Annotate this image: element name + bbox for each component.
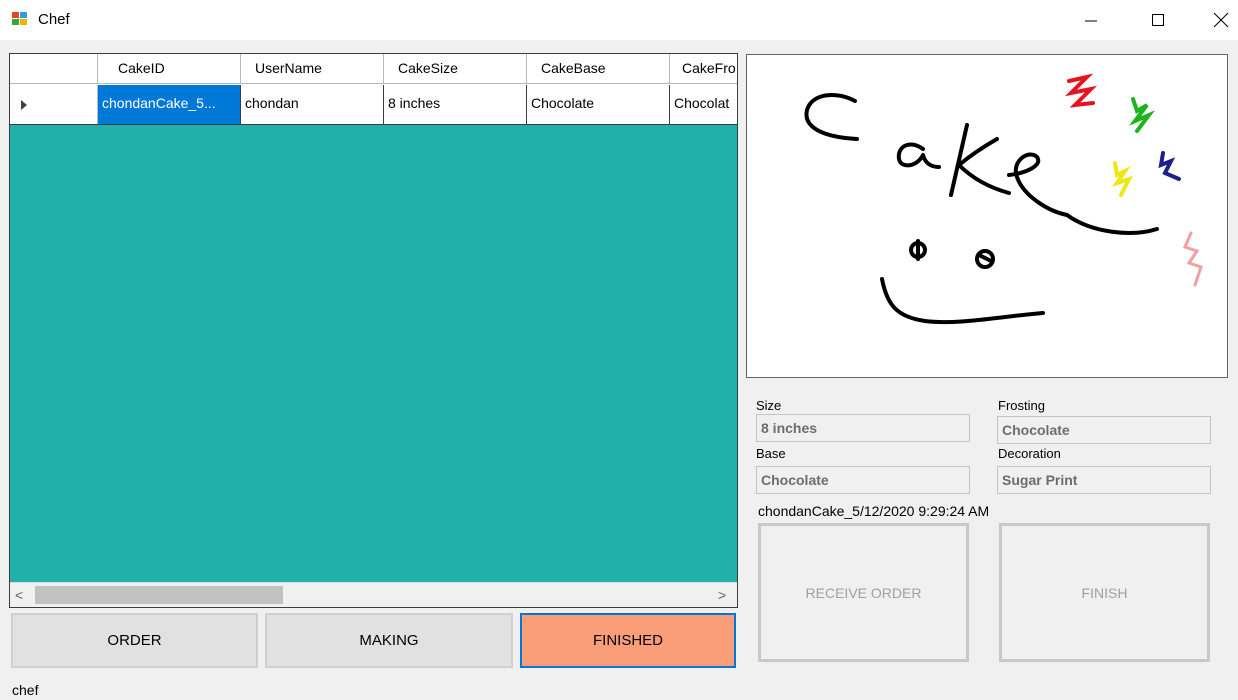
orders-grid[interactable]: CakeID UserName CakeSize CakeBase CakeFr… (9, 53, 738, 608)
current-row-icon (21, 100, 27, 110)
column-header-cakefrosting[interactable]: CakeFro (670, 54, 737, 84)
squiggle-yellow (1112, 161, 1133, 197)
close-button[interactable] (1198, 4, 1238, 36)
cake-drawing (804, 73, 1203, 325)
table-cell-cakebase[interactable]: Chocolate (527, 85, 670, 124)
row-header[interactable] (10, 85, 98, 124)
drawn-letter-e (1007, 152, 1069, 217)
frosting-field: Chocolate (997, 416, 1211, 444)
frosting-label: Frosting (998, 398, 1045, 413)
app-icon (12, 12, 28, 26)
drawn-mouth (880, 277, 1045, 325)
scrollbar-thumb[interactable] (35, 586, 283, 604)
horizontal-scrollbar[interactable]: < > (10, 582, 737, 607)
decoration-label: Decoration (998, 446, 1061, 461)
size-field: 8 inches (756, 414, 970, 442)
title-bar: Chef (0, 0, 1238, 40)
receive-order-button[interactable]: RECEIVE ORDER (758, 523, 969, 662)
window-title: Chef (38, 11, 70, 28)
table-row[interactable]: chondanCake_5... chondan 8 inches Chocol… (10, 85, 737, 125)
base-field: Chocolate (756, 466, 970, 494)
base-label: Base (756, 446, 786, 461)
order-button[interactable]: ORDER (11, 613, 258, 668)
scroll-left-icon[interactable]: < (15, 587, 23, 603)
column-header-cakebase[interactable]: CakeBase (527, 54, 670, 84)
drawn-letter-c (804, 92, 859, 141)
finish-button[interactable]: FINISH (999, 523, 1210, 662)
drawn-stroke (1065, 213, 1159, 235)
order-id-label: chondanCake_5/12/2020 9:29:24 AM (758, 503, 990, 519)
table-cell-cakesize[interactable]: 8 inches (384, 85, 527, 124)
column-header-cakesize[interactable]: CakeSize (384, 54, 527, 84)
size-label: Size (756, 398, 782, 413)
squiggle-red (1064, 73, 1098, 108)
cake-picture (746, 54, 1228, 378)
making-button[interactable]: MAKING (265, 613, 513, 668)
drawn-letter-a (896, 142, 941, 169)
squiggle-green (1128, 97, 1156, 133)
row-header-corner (10, 54, 98, 84)
maximize-icon (1152, 14, 1164, 26)
maximize-button[interactable] (1135, 4, 1181, 36)
table-cell-cakefrosting[interactable]: Chocolat (670, 85, 737, 124)
grid-header: CakeID UserName CakeSize CakeBase CakeFr… (10, 54, 737, 85)
minimize-icon (1085, 20, 1097, 22)
squiggle-pink (1182, 231, 1203, 287)
table-cell-username[interactable]: chondan (241, 85, 384, 124)
column-header-username[interactable]: UserName (241, 54, 384, 84)
finished-button[interactable]: FINISHED (520, 613, 736, 668)
squiggle-blue (1158, 151, 1181, 181)
decoration-field: Sugar Print (997, 466, 1211, 494)
column-header-cakeid[interactable]: CakeID (98, 54, 241, 84)
close-icon (1213, 12, 1229, 28)
user-label: chef (12, 682, 39, 698)
table-cell-cakeid[interactable]: chondanCake_5... (98, 85, 241, 124)
minimize-button[interactable] (1068, 4, 1114, 36)
scroll-right-icon[interactable]: > (718, 587, 726, 603)
drawn-letter-k (949, 123, 1011, 197)
